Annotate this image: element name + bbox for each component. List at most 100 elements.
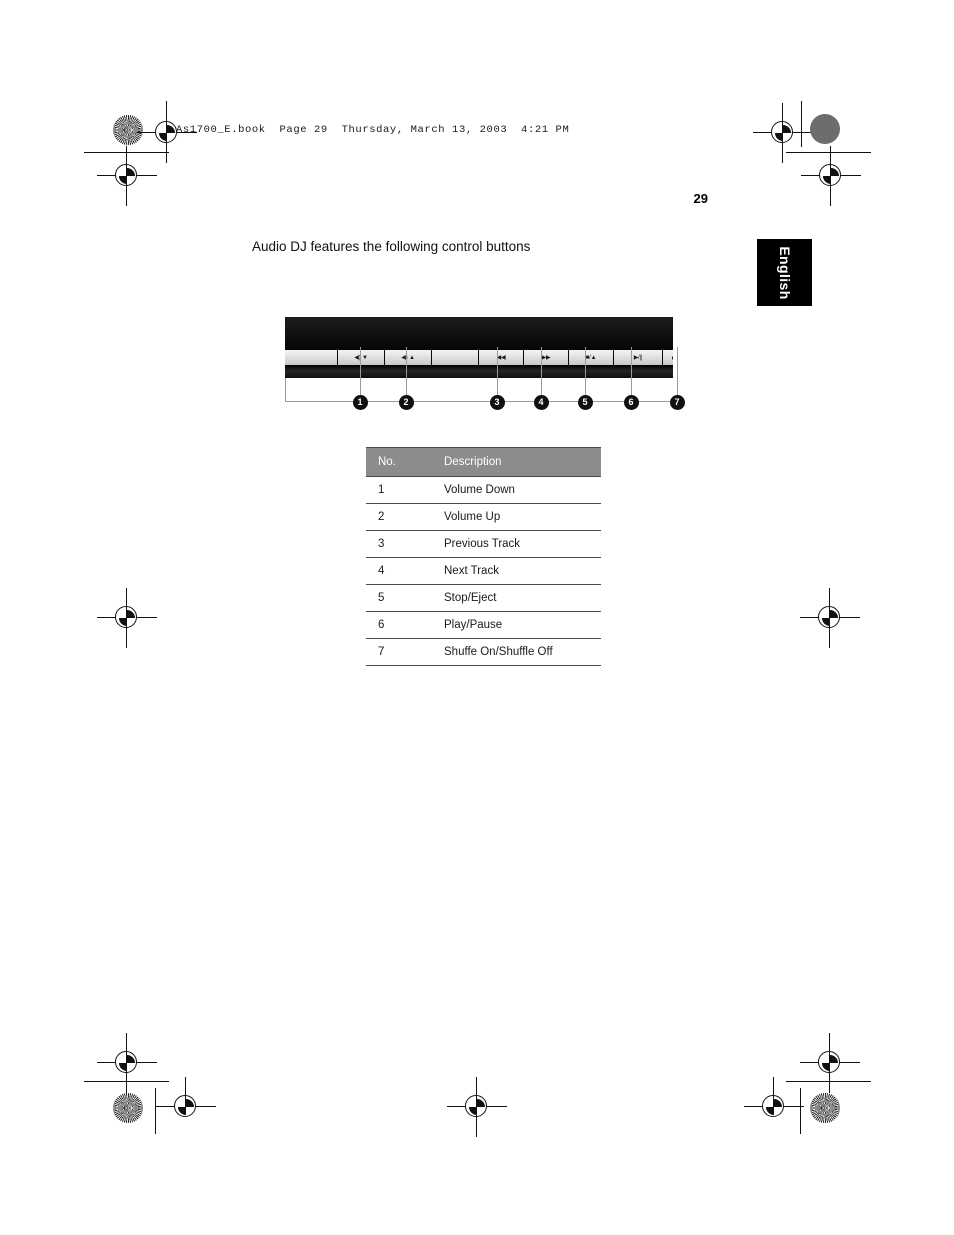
table-row: 2 Volume Up — [366, 503, 601, 531]
trim-rule-lower-right-horizontal — [786, 1081, 871, 1083]
control-key-glyph: ▶/|| — [633, 354, 643, 361]
table-cell-description: Shuffe On/Shuffle Off — [432, 638, 601, 666]
table-cell-description: Stop/Eject — [432, 584, 601, 612]
control-key-k0 — [285, 350, 338, 365]
registration-quadrant — [119, 610, 135, 626]
registration-ring — [762, 1095, 784, 1117]
table-cell-description: Play/Pause — [432, 611, 601, 639]
registration-quadrant — [119, 1055, 135, 1071]
halftone-patch-bottom-right — [810, 1093, 840, 1123]
table-cell-description: Volume Down — [432, 476, 601, 504]
table-cell-no: 1 — [366, 476, 432, 504]
panel-hinge-bezel — [285, 317, 673, 350]
table-row: 6 Play/Pause — [366, 611, 601, 639]
registration-mark-right-lower — [800, 1033, 860, 1093]
registration-mark-left-upper — [97, 146, 157, 206]
table-cell-no: 2 — [366, 503, 432, 531]
language-thumb-tab: English — [757, 239, 812, 306]
callout-bubble-6: 6 — [623, 395, 639, 410]
leader-line-2 — [406, 347, 407, 401]
shuffle-led-indicator — [672, 355, 673, 360]
leader-line-4 — [541, 347, 542, 401]
registration-ring — [115, 1051, 137, 1073]
audio-dj-control-panel-figure: ◀) ▼ ◀) ▲ ◀◀ ▶▶ ■/▲ ▶/|| S▶ 1 2 3 4 5 6 7 — [266, 279, 702, 420]
registration-mark-bottom-right-inner — [744, 1077, 804, 1137]
registration-quadrant — [178, 1099, 194, 1115]
table-row: 5 Stop/Eject — [366, 584, 601, 612]
trim-rule-top-right-vertical — [801, 101, 803, 147]
halftone-patch-bottom-left — [113, 1093, 143, 1123]
registration-mark-left-lower — [97, 1033, 157, 1093]
table-cell-no: 3 — [366, 530, 432, 558]
registration-mark-right-middle — [800, 588, 860, 648]
callout-bubble-1: 1 — [352, 395, 368, 410]
halftone-patch-top-right — [810, 114, 840, 144]
registration-ring — [115, 164, 137, 186]
table-row: 1 Volume Down — [366, 476, 601, 504]
table-header-row: No. Description — [366, 447, 601, 477]
leader-line-5 — [585, 347, 586, 401]
table-cell-description: Next Track — [432, 557, 601, 585]
callout-bubble-3: 3 — [489, 395, 505, 410]
registration-mark-right-upper — [801, 146, 861, 206]
registration-quadrant — [775, 125, 791, 141]
control-key-glyph: ◀) ▲ — [401, 354, 415, 361]
control-key-k5[interactable]: ▶▶ — [524, 350, 569, 365]
registration-ring — [818, 606, 840, 628]
control-button-description-table: No. Description 1 Volume Down 2 Volume Up 3 P… — [366, 447, 601, 666]
trim-rule-bottom-right-vertical — [800, 1088, 802, 1134]
registration-ring — [465, 1095, 487, 1117]
control-key-k2[interactable]: ◀) ▲ — [385, 350, 432, 365]
table-header-no: No. — [366, 447, 432, 477]
control-key-glyph: ▶▶ — [541, 354, 551, 361]
registration-ring — [818, 1051, 840, 1073]
page-number: 29 — [693, 191, 708, 206]
registration-quadrant — [822, 1055, 838, 1071]
control-key-k4[interactable]: ◀◀ — [479, 350, 524, 365]
callout-bubble-5: 5 — [577, 395, 593, 410]
table-cell-no: 4 — [366, 557, 432, 585]
table-header-description: Description — [432, 447, 601, 477]
registration-quadrant — [822, 610, 838, 626]
intro-paragraph: Audio DJ features the following control … — [252, 239, 531, 254]
control-button-strip: ◀) ▼ ◀) ▲ ◀◀ ▶▶ ■/▲ ▶/|| S▶ — [285, 350, 673, 365]
leader-line-6 — [631, 347, 632, 401]
figure-leader-left-edge — [285, 378, 286, 402]
registration-ring — [174, 1095, 196, 1117]
registration-quadrant — [119, 168, 135, 184]
table-cell-no: 6 — [366, 611, 432, 639]
table-row: 4 Next Track — [366, 557, 601, 585]
halftone-patch-top-left — [113, 115, 143, 145]
trim-rule-bottom-left-vertical — [155, 1088, 157, 1134]
registration-mark-bottom-center — [447, 1077, 507, 1137]
callout-bubble-2: 2 — [398, 395, 414, 410]
control-key-k8[interactable]: S▶ — [663, 350, 673, 365]
control-key-k3 — [432, 350, 479, 365]
table-cell-no: 7 — [366, 638, 432, 666]
table-row: 3 Previous Track — [366, 530, 601, 558]
leader-line-1 — [360, 347, 361, 401]
control-key-k6[interactable]: ■/▲ — [569, 350, 614, 365]
table-cell-description: Volume Up — [432, 503, 601, 531]
control-key-k1[interactable]: ◀) ▼ — [338, 350, 385, 365]
registration-quadrant — [766, 1099, 782, 1115]
table-row: 7 Shuffe On/Shuffle Off — [366, 638, 601, 666]
table-cell-no: 5 — [366, 584, 432, 612]
leader-line-7 — [677, 347, 678, 401]
registration-ring — [771, 121, 793, 143]
registration-quadrant — [469, 1099, 485, 1115]
registration-quadrant — [823, 168, 839, 184]
trim-rule-lower-left-horizontal — [84, 1081, 169, 1083]
table-cell-description: Previous Track — [432, 530, 601, 558]
registration-ring — [115, 606, 137, 628]
callout-bubble-7: 7 — [669, 395, 685, 410]
laptop-control-panel-photo: ◀) ▼ ◀) ▲ ◀◀ ▶▶ ■/▲ ▶/|| S▶ — [285, 317, 673, 378]
registration-mark-left-middle — [97, 588, 157, 648]
registration-ring — [819, 164, 841, 186]
control-key-glyph: ■/▲ — [585, 354, 597, 361]
registration-mark-bottom-left-inner — [156, 1077, 216, 1137]
control-key-k7[interactable]: ▶/|| — [614, 350, 663, 365]
language-thumb-tab-label: English — [776, 245, 793, 300]
trim-rule-upper-right-horizontal — [786, 152, 871, 154]
file-header-line: As1700_E.book Page 29 Thursday, March 13… — [176, 124, 570, 136]
